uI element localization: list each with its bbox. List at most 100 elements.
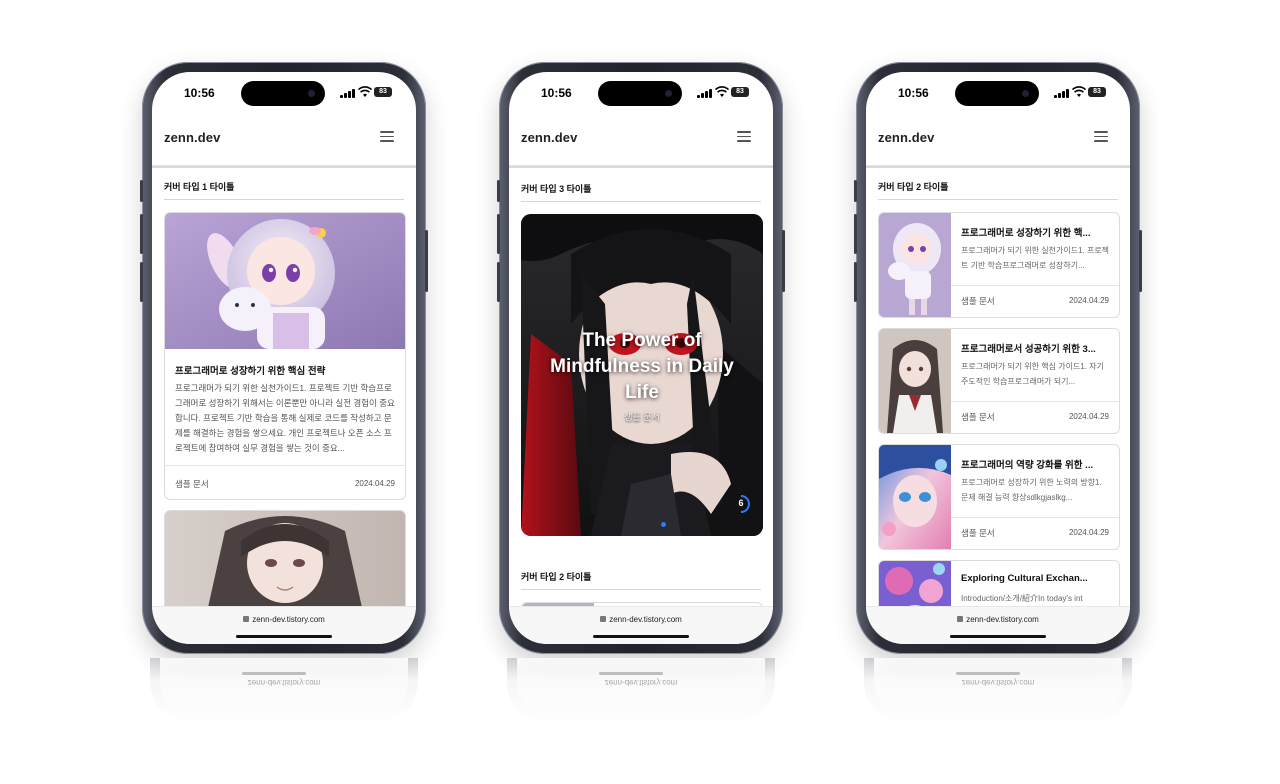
site-logo[interactable]: zenn.dev [164,130,220,145]
card-divider [951,401,1119,402]
post-thumbnail [165,213,405,349]
card-divider [951,517,1119,518]
signal-icon [697,89,713,98]
phone-frame: 10:56 83 zenn.dev 커버 타입 1 타이틀 프로그래머로 성장하… [140,62,428,654]
site-header: zenn.dev [509,130,773,166]
url-text: zenn-dev.tistory.com [966,615,1039,624]
dynamic-island [598,81,682,106]
url-text: zenn-dev.tistory.com [609,615,682,624]
scroll-progress-bar [152,166,416,168]
signal-icon [1054,89,1070,98]
post-date: 2024.04.29 [1068,528,1109,537]
scroll-progress-bar [509,166,773,168]
post-title: 프로그래머로 성장하기 위한 핵심 전략 [175,366,326,377]
battery-icon: 83 [374,87,392,97]
url-text: zenn-dev.tistory.com [252,615,325,624]
phone-3: 10:56 83 zenn.dev 커버 타입 2 타이틀 프로그래머로 성장하… [854,62,1142,722]
browser-url-bar[interactable]: zenn-dev.tistory.com [152,606,416,644]
hamburger-menu-icon[interactable] [380,131,394,142]
phone-reflection: zenn-dev.tistory.com [507,658,775,722]
section-divider [164,199,404,200]
post-title: 프로그래머로 성장하기 위한 핵... [961,228,1091,239]
browser-url-bar[interactable]: zenn-dev.tistory.com [509,606,773,644]
site-logo[interactable]: zenn.dev [878,130,934,145]
post-excerpt: 프로그래머로 성장하기 위한 노력의 방향1. 문제 해결 능력 향상sdlkg… [961,478,1102,502]
post-title: Exploring Cultural Exchan... [961,573,1088,584]
post-thumbnail [879,445,951,549]
timer-count: 6 [738,498,744,508]
cover-slider[interactable]: The Power of Mindfulness in Daily Life 샘… [521,214,763,536]
phone-2: 10:56 83 zenn.dev 커버 타입 3 타이틀 The Power … [497,62,785,722]
status-bar: 10:56 83 [152,72,416,112]
wifi-icon [715,86,729,97]
post-date: 2024.04.29 [1068,296,1109,305]
section-title: 커버 타입 1 타이틀 [164,182,235,192]
post-thumbnail [165,511,405,619]
post-card[interactable]: 프로그래머로 성장하기 위한 핵... 프로그래머가 되기 위한 실천가이드1.… [878,212,1120,318]
post-title: 프로그래머의 역량 강화를 위한 ... [961,460,1094,471]
phone-1: 10:56 83 zenn.dev 커버 타입 1 타이틀 프로그래머로 성장하… [140,62,428,722]
phone-frame: 10:56 83 zenn.dev 커버 타입 2 타이틀 프로그래머로 성장하… [854,62,1142,654]
post-card[interactable]: 프로그래머로 성장하기 위한 핵심 전략 프로그래머가 되기 위한 실천가이드1… [164,212,406,500]
post-card[interactable] [164,510,406,620]
post-thumbnail [879,329,951,433]
section-title: 커버 타입 3 타이틀 [521,184,592,194]
wifi-icon [1072,86,1086,97]
hamburger-menu-icon[interactable] [737,131,751,142]
post-category[interactable]: 샘플 문서 [961,527,995,539]
browser-url-bar[interactable]: zenn-dev.tistory.com [866,606,1130,644]
card-divider [951,285,1119,286]
screen: 10:56 83 zenn.dev 커버 타입 3 타이틀 The Power … [509,72,773,644]
post-date: 2024.04.29 [1068,412,1109,421]
screen: 10:56 83 zenn.dev 커버 타입 2 타이틀 프로그래머로 성장하… [866,72,1130,644]
home-indicator[interactable] [236,635,332,638]
post-card[interactable]: 프로그래머의 역량 강화를 위한 ... 프로그래머로 성장하기 위한 노력의 … [878,444,1120,550]
home-indicator[interactable] [593,635,689,638]
phone-reflection: zenn-dev.tistory.com [150,658,418,722]
site-header: zenn.dev [866,130,1130,166]
card-divider [165,465,405,466]
screen: 10:56 83 zenn.dev 커버 타입 1 타이틀 프로그래머로 성장하… [152,72,416,644]
battery-icon: 83 [1088,87,1106,97]
dynamic-island [955,81,1039,106]
reflection-url: zenn-dev.tistory.com [961,678,1035,687]
post-category[interactable]: 샘플 문서 [175,478,209,490]
wifi-icon [358,86,372,97]
section-divider [521,589,761,590]
status-time: 10:56 [541,86,572,100]
reflection-url: zenn-dev.tistory.com [604,678,678,687]
phone-reflection: zenn-dev.tistory.com [864,658,1132,722]
post-category[interactable]: 샘플 문서 [961,295,995,307]
post-title: 프로그래머로서 성공하기 위한 3... [961,344,1096,355]
dynamic-island [241,81,325,106]
status-bar: 10:56 83 [509,72,773,112]
hamburger-menu-icon[interactable] [1094,131,1108,142]
site-logo[interactable]: zenn.dev [521,130,577,145]
signal-icon [340,89,356,98]
status-time: 10:56 [184,86,215,100]
section-divider [521,201,761,202]
lock-icon [957,616,964,622]
section-title: 커버 타입 2 타이틀 [521,572,592,582]
autoplay-timer[interactable]: 6 [731,494,751,514]
post-excerpt: 프로그래머가 되기 위한 실천가이드1. 프로젝트 기반 학습프로그래머로 성장… [961,246,1110,270]
slide-category: 샘플 문서 [624,412,660,422]
home-indicator[interactable] [950,635,1046,638]
section-divider [878,199,1118,200]
lock-icon [243,616,250,622]
slide-title: The Power of Mindfulness in Daily Life [550,330,734,403]
scroll-progress-bar [866,166,1130,168]
site-header: zenn.dev [152,130,416,166]
status-bar: 10:56 83 [866,72,1130,112]
reflection-url: zenn-dev.tistory.com [247,678,321,687]
section-title: 커버 타입 2 타이틀 [878,182,949,192]
post-thumbnail [879,213,951,317]
post-excerpt: 프로그래머가 되기 위한 핵심 가이드1. 자기 주도적인 학습프로그래머가 되… [961,362,1104,386]
post-category[interactable]: 샘플 문서 [961,411,995,423]
status-time: 10:56 [898,86,929,100]
post-date: 2024.04.29 [354,479,395,488]
post-excerpt: 프로그래머가 되기 위한 실천가이드1. 프로젝트 기반 학습프로그래머로 성장… [175,383,395,453]
pagination-dot[interactable] [661,522,666,527]
post-card[interactable]: 프로그래머로서 성공하기 위한 3... 프로그래머가 되기 위한 핵심 가이드… [878,328,1120,434]
lock-icon [600,616,607,622]
